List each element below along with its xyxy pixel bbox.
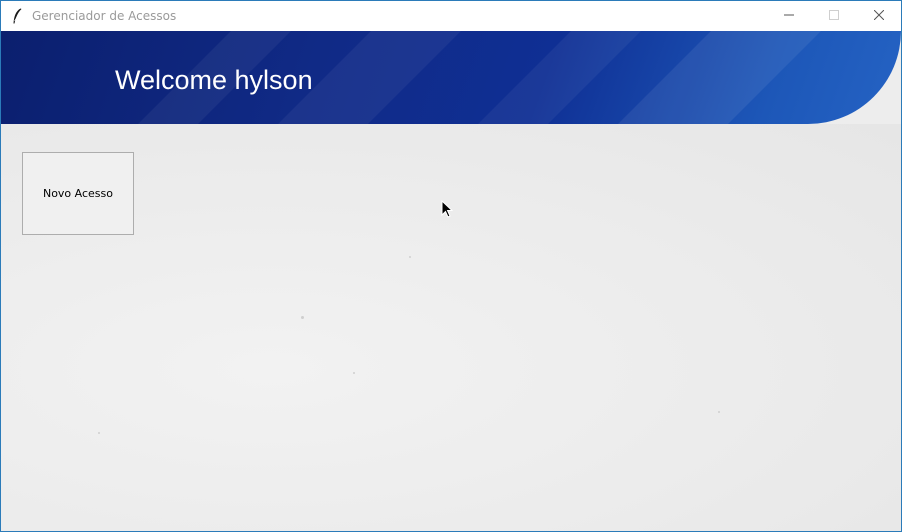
texture-speck xyxy=(98,432,100,434)
texture-speck xyxy=(718,411,720,413)
close-icon xyxy=(873,7,884,25)
close-button[interactable] xyxy=(856,1,901,31)
feather-icon xyxy=(10,8,24,24)
welcome-heading: Welcome hylson xyxy=(115,65,313,95)
minimize-icon xyxy=(783,7,794,25)
title-bar[interactable]: Gerenciador de Acessos xyxy=(1,1,901,31)
texture-speck xyxy=(409,256,411,258)
minimize-button[interactable] xyxy=(766,1,811,31)
texture-speck xyxy=(353,372,355,374)
header-banner: Welcome hylson xyxy=(1,31,901,124)
main-content: Novo Acesso xyxy=(1,124,901,531)
mouse-cursor-icon xyxy=(441,200,453,218)
banner-stripe xyxy=(591,31,841,124)
banner-stripe xyxy=(451,31,661,124)
window-controls xyxy=(766,1,901,31)
texture-speck xyxy=(301,316,304,319)
novo-acesso-button[interactable]: Novo Acesso xyxy=(22,152,134,235)
window-title: Gerenciador de Acessos xyxy=(32,9,177,23)
app-window: Gerenciador de Acessos Welcome hylson No… xyxy=(0,0,902,532)
maximize-icon xyxy=(828,7,839,25)
maximize-button[interactable] xyxy=(811,1,856,31)
